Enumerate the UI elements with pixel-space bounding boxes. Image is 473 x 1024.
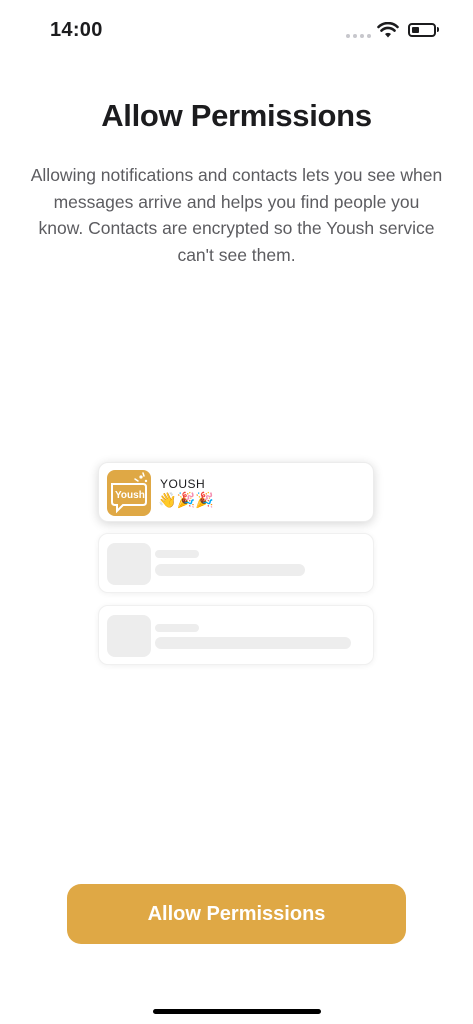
status-bar: 14:00 [0,0,473,64]
battery-cap [437,27,439,32]
placeholder-line-short [155,624,199,632]
placeholder-icon [107,543,151,585]
allow-permissions-button[interactable]: Allow Permissions [67,884,406,944]
placeholder-line-short [155,550,199,558]
battery-icon [408,23,436,37]
placeholder-line-long [155,637,351,649]
placeholder-notification-card [98,605,374,665]
notification-app-name: YOUSH [160,477,206,491]
placeholder-notification-card [98,533,374,593]
wifi-icon [377,22,399,38]
page-title: Allow Permissions [101,98,372,133]
home-indicator[interactable] [153,1009,321,1014]
app-icon-label: Yoush [115,490,145,501]
yoush-app-icon: Yoush [107,470,151,516]
status-time: 14:00 [50,19,103,41]
signal-dots-icon [346,34,371,38]
permissions-description: Allowing notifications and contacts lets… [30,165,443,265]
placeholder-icon [107,615,151,657]
notification-message: 👋🎉🎉 [158,492,215,509]
placeholder-line-long [155,564,305,576]
notification-preview-card: Yoush YOUSH 👋🎉🎉 [98,462,374,522]
